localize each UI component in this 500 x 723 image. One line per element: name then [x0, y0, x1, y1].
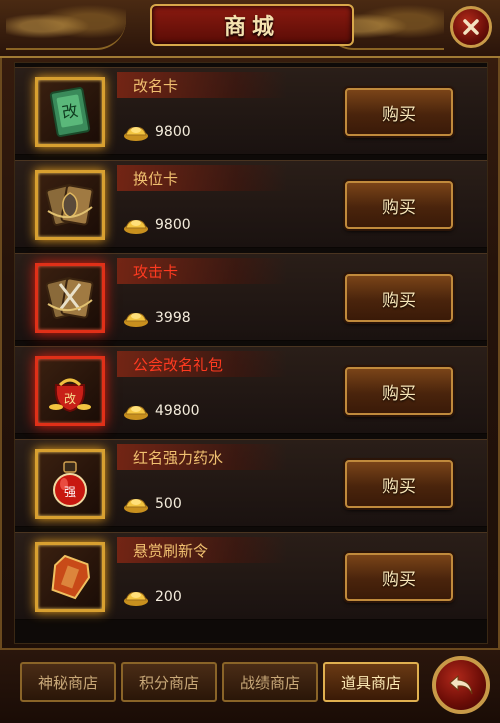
item-price: 3998 [123, 306, 191, 330]
buy-button-label: 购买 [382, 476, 416, 497]
close-button[interactable] [450, 6, 492, 48]
item-price: 500 [123, 492, 182, 516]
tab-label: 神秘商店 [37, 673, 98, 692]
item-price: 200 [123, 585, 182, 609]
shop-item-row: 改 公会改名礼包 49800 购买 [15, 346, 487, 434]
guild-rename-pack-icon: 改 [49, 378, 91, 413]
back-button[interactable] [432, 656, 490, 714]
buy-button-label: 购买 [382, 197, 416, 218]
tab-label: 积分商店 [138, 673, 199, 692]
back-arrow-icon [449, 674, 473, 695]
item-icon-frame[interactable]: 改 [35, 77, 105, 147]
dragon-ornament-left [6, 4, 126, 50]
shop-tab-bar: 神秘商店 积分商店 战绩商店 道具商店 [0, 648, 500, 723]
close-icon [463, 19, 479, 35]
price-value: 9800 [155, 124, 191, 140]
buy-button[interactable]: 购买 [345, 88, 453, 136]
item-price: 49800 [123, 399, 200, 423]
item-price: 9800 [123, 120, 191, 144]
buy-button[interactable]: 购买 [345, 460, 453, 508]
tab-mystery-shop[interactable]: 神秘商店 [20, 662, 116, 702]
item-name: 换位卡 [133, 169, 179, 188]
tab-points-shop[interactable]: 积分商店 [121, 662, 217, 702]
item-name: 红名强力药水 [133, 448, 224, 467]
rename-card-icon: 改 [49, 87, 91, 137]
price-value: 3998 [155, 310, 191, 326]
tab-label: 战绩商店 [239, 673, 300, 692]
item-name: 悬赏刷新令 [133, 541, 209, 560]
tab-label: 道具商店 [340, 673, 401, 692]
item-icon-frame[interactable] [35, 263, 105, 333]
item-list[interactable]: 改 改名卡 9800 购买 换位卡 9800 购买 攻击卡 3998 购买 改 … [14, 62, 488, 644]
gold-ingot-icon [124, 499, 148, 513]
item-name-bar: 换位卡 [117, 165, 287, 191]
shop-item-row: 悬赏刷新令 200 购买 [15, 532, 487, 620]
page-title: 商城 [223, 15, 280, 40]
tab-item-shop[interactable]: 道具商店 [323, 662, 419, 702]
item-price: 9800 [123, 213, 191, 237]
swap-card-icon [45, 184, 94, 226]
gold-ingot-icon [124, 406, 148, 420]
buy-button[interactable]: 购买 [345, 274, 453, 322]
gold-ingot-icon [124, 592, 148, 606]
red-potion-icon: 强 [53, 461, 87, 507]
item-name-bar: 攻击卡 [117, 258, 287, 284]
shop-item-row: 换位卡 9800 购买 [15, 160, 487, 248]
svg-text:强: 强 [64, 485, 76, 499]
item-name: 攻击卡 [133, 262, 179, 281]
shop-item-row: 强 红名强力药水 500 购买 [15, 439, 487, 527]
item-icon-frame[interactable] [35, 170, 105, 240]
item-name-bar: 红名强力药水 [117, 444, 287, 470]
title-plate: 商城 [150, 4, 354, 46]
item-icon-frame[interactable]: 改 [35, 356, 105, 426]
gold-ingot-icon [124, 220, 148, 234]
gold-ingot-icon [124, 313, 148, 327]
buy-button[interactable]: 购买 [345, 553, 453, 601]
shop-header: 商城 [0, 0, 500, 58]
item-name-bar: 改名卡 [117, 72, 287, 98]
tab-honor-shop[interactable]: 战绩商店 [222, 662, 318, 702]
svg-text:改: 改 [64, 392, 76, 406]
buy-button-label: 购买 [382, 104, 416, 125]
svg-text:改: 改 [60, 101, 79, 122]
price-value: 9800 [155, 217, 191, 233]
item-name-bar: 悬赏刷新令 [117, 537, 287, 563]
item-name: 公会改名礼包 [133, 355, 224, 374]
buy-button-label: 购买 [382, 569, 416, 590]
item-icon-frame[interactable]: 强 [35, 449, 105, 519]
item-icon-frame[interactable] [35, 542, 105, 612]
price-value: 49800 [155, 403, 200, 419]
item-name-bar: 公会改名礼包 [117, 351, 287, 377]
buy-button-label: 购买 [382, 290, 416, 311]
attack-card-icon [45, 277, 94, 319]
bounty-token-icon [51, 554, 91, 600]
price-value: 200 [155, 589, 182, 605]
shop-item-row: 攻击卡 3998 购买 [15, 253, 487, 341]
buy-button-label: 购买 [382, 383, 416, 404]
buy-button[interactable]: 购买 [345, 181, 453, 229]
price-value: 500 [155, 496, 182, 512]
item-name: 改名卡 [133, 76, 179, 95]
shop-item-row: 改 改名卡 9800 购买 [15, 67, 487, 155]
buy-button[interactable]: 购买 [345, 367, 453, 415]
gold-ingot-icon [124, 127, 148, 141]
